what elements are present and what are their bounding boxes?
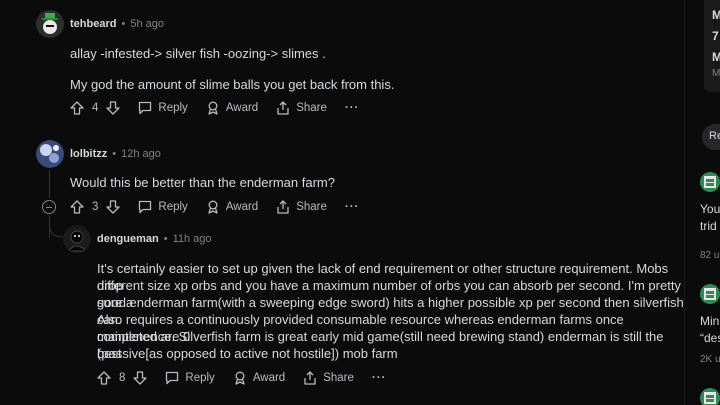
award-icon (208, 101, 218, 115)
sidebar-card-text: M (712, 68, 720, 79)
avatar[interactable] (36, 140, 64, 168)
sidebar-post-title[interactable]: You (700, 202, 720, 216)
comment-body-line: My god the amount of slime balls you get… (70, 77, 395, 92)
downvote-icon[interactable] (106, 101, 121, 115)
comment-icon (166, 371, 179, 385)
sidebar-card-text: M (712, 8, 720, 22)
timestamp[interactable]: 11h ago (173, 233, 212, 245)
comment-icon (139, 200, 152, 214)
reply-label: Reply (158, 201, 188, 213)
award-icon (208, 200, 218, 214)
comment-header: dengueman • 11h ago (97, 233, 212, 245)
comment-actions: 8 Reply Award Share ··· (97, 371, 386, 385)
timestamp[interactable]: 5h ago (130, 18, 164, 30)
comment-body-line: allay -infested-> silver fish -oozing-> … (70, 46, 326, 61)
downvote-icon[interactable] (106, 200, 121, 214)
more-options-button[interactable]: ··· (345, 102, 360, 114)
share-label: Share (323, 372, 354, 384)
collapse-thread-button[interactable] (42, 200, 56, 214)
vote-count: 3 (92, 201, 99, 213)
vote-count: 4 (92, 102, 99, 114)
vote-count: 8 (119, 372, 126, 384)
share-button[interactable]: Share (303, 371, 354, 385)
award-button[interactable]: Award (206, 200, 258, 214)
separator-dot: • (121, 18, 126, 30)
separator-dot: • (112, 148, 117, 160)
reply-button[interactable]: Reply (138, 101, 188, 115)
upvote-icon[interactable] (70, 200, 84, 214)
sidebar-action-button[interactable]: Re (702, 124, 720, 150)
sidebar-card-text: M (712, 50, 720, 64)
share-icon (304, 371, 316, 385)
comment-body-line: (passive[as opposed to active not hostil… (97, 346, 398, 361)
username[interactable]: dengueman (97, 233, 159, 245)
sidebar-post-meta: 2K u (700, 354, 720, 365)
award-button[interactable]: Award (233, 371, 285, 385)
community-icon[interactable] (700, 388, 720, 405)
sidebar-post-title[interactable]: trid (700, 219, 717, 233)
vote-control: 3 (70, 200, 121, 214)
award-label: Award (225, 102, 259, 114)
upvote-icon[interactable] (70, 101, 84, 115)
comment-thread: tehbeard • 5h ago allay -infested-> silv… (0, 0, 684, 405)
award-button[interactable]: Award (206, 101, 258, 115)
award-label: Award (225, 201, 259, 213)
share-button[interactable]: Share (276, 200, 327, 214)
vote-control: 8 (97, 371, 148, 385)
reply-label: Reply (158, 102, 188, 114)
sidebar-card-text: 7 (712, 29, 719, 43)
sidebar-post-meta: 82 u (700, 250, 720, 261)
share-label: Share (296, 201, 327, 213)
username[interactable]: lolbitzz (70, 148, 107, 160)
sidebar-divider (684, 0, 685, 405)
separator-dot: • (163, 233, 168, 245)
avatar[interactable] (36, 10, 64, 38)
more-options-button[interactable]: ··· (372, 372, 387, 384)
comment-header: tehbeard • 5h ago (70, 18, 164, 30)
share-label: Share (296, 102, 327, 114)
reply-button[interactable]: Reply (138, 200, 188, 214)
community-icon[interactable] (700, 172, 720, 192)
reply-label: Reply (185, 372, 215, 384)
upvote-icon[interactable] (97, 371, 111, 385)
sidebar-post-title[interactable]: Min (700, 314, 719, 328)
reply-button[interactable]: Reply (165, 371, 215, 385)
timestamp[interactable]: 12h ago (121, 148, 161, 160)
username[interactable]: tehbeard (70, 18, 116, 30)
share-icon (277, 101, 289, 115)
share-icon (277, 200, 289, 214)
comment-body-line: Would this be better than the enderman f… (70, 175, 335, 190)
vote-control: 4 (70, 101, 121, 115)
more-options-button[interactable]: ··· (345, 201, 360, 213)
comment-icon (139, 101, 152, 115)
comment-actions: 3 Reply Award Share ··· (70, 200, 359, 214)
sidebar-post-title[interactable]: “des (700, 331, 720, 345)
downvote-icon[interactable] (133, 371, 148, 385)
award-label: Award (252, 372, 286, 384)
avatar[interactable] (63, 225, 91, 253)
share-button[interactable]: Share (276, 101, 327, 115)
comment-actions: 4 Reply Award Share ··· (70, 101, 359, 115)
award-icon (235, 371, 245, 385)
thread-line (49, 170, 50, 198)
comment-header: lolbitzz • 12h ago (70, 148, 161, 160)
community-icon[interactable] (700, 284, 720, 304)
